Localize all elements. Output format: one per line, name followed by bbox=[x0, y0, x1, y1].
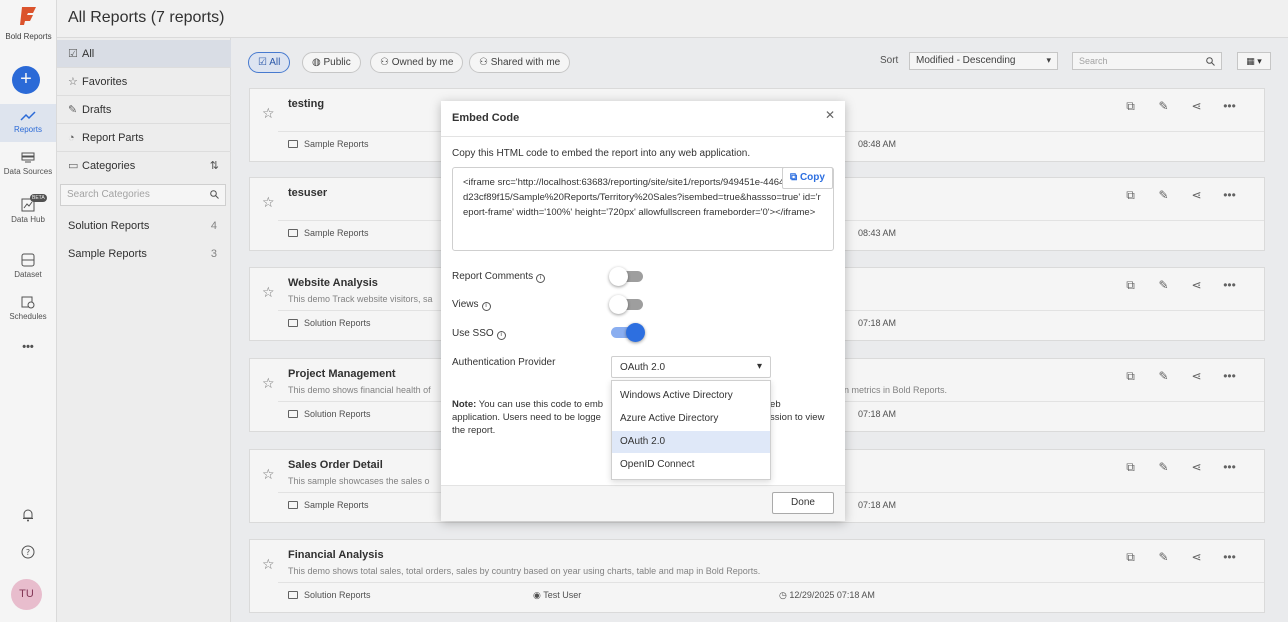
auth-option-azure-ad[interactable]: Azure Active Directory bbox=[612, 408, 770, 430]
dialog-intro: Copy this HTML code to embed the report … bbox=[452, 148, 751, 159]
dialog-footer: Done bbox=[441, 485, 845, 521]
auth-provider-dropdown[interactable]: OAuth 2.0 bbox=[611, 356, 771, 378]
auth-provider-label: Authentication Provider bbox=[452, 357, 556, 368]
dialog-title: Embed Code bbox=[452, 112, 520, 124]
option-label-use-sso: Use SSO i bbox=[452, 328, 506, 340]
embed-code-textarea[interactable]: <iframe src='http://localhost:63683/repo… bbox=[452, 167, 834, 251]
info-icon[interactable]: i bbox=[536, 274, 546, 283]
done-button[interactable]: Done bbox=[772, 492, 834, 514]
auth-option-oauth2[interactable]: OAuth 2.0 bbox=[612, 431, 770, 453]
auth-provider-options: Windows Active Directory Azure Active Di… bbox=[611, 380, 771, 480]
option-label-views: Views i bbox=[452, 299, 491, 311]
copy-button[interactable]: ⧉ Copy bbox=[782, 167, 833, 189]
info-icon[interactable]: i bbox=[481, 302, 491, 311]
close-icon[interactable]: ✕ bbox=[825, 108, 835, 122]
info-icon[interactable]: i bbox=[496, 331, 506, 340]
copy-icon: ⧉ bbox=[790, 172, 800, 183]
option-label-report-comments: Report Comments i bbox=[452, 271, 546, 283]
report-comments-toggle[interactable] bbox=[609, 267, 643, 286]
views-toggle[interactable] bbox=[609, 295, 643, 314]
auth-option-windows-ad[interactable]: Windows Active Directory bbox=[612, 385, 770, 407]
auth-option-openid[interactable]: OpenID Connect bbox=[612, 454, 770, 476]
use-sso-toggle[interactable] bbox=[611, 323, 645, 342]
